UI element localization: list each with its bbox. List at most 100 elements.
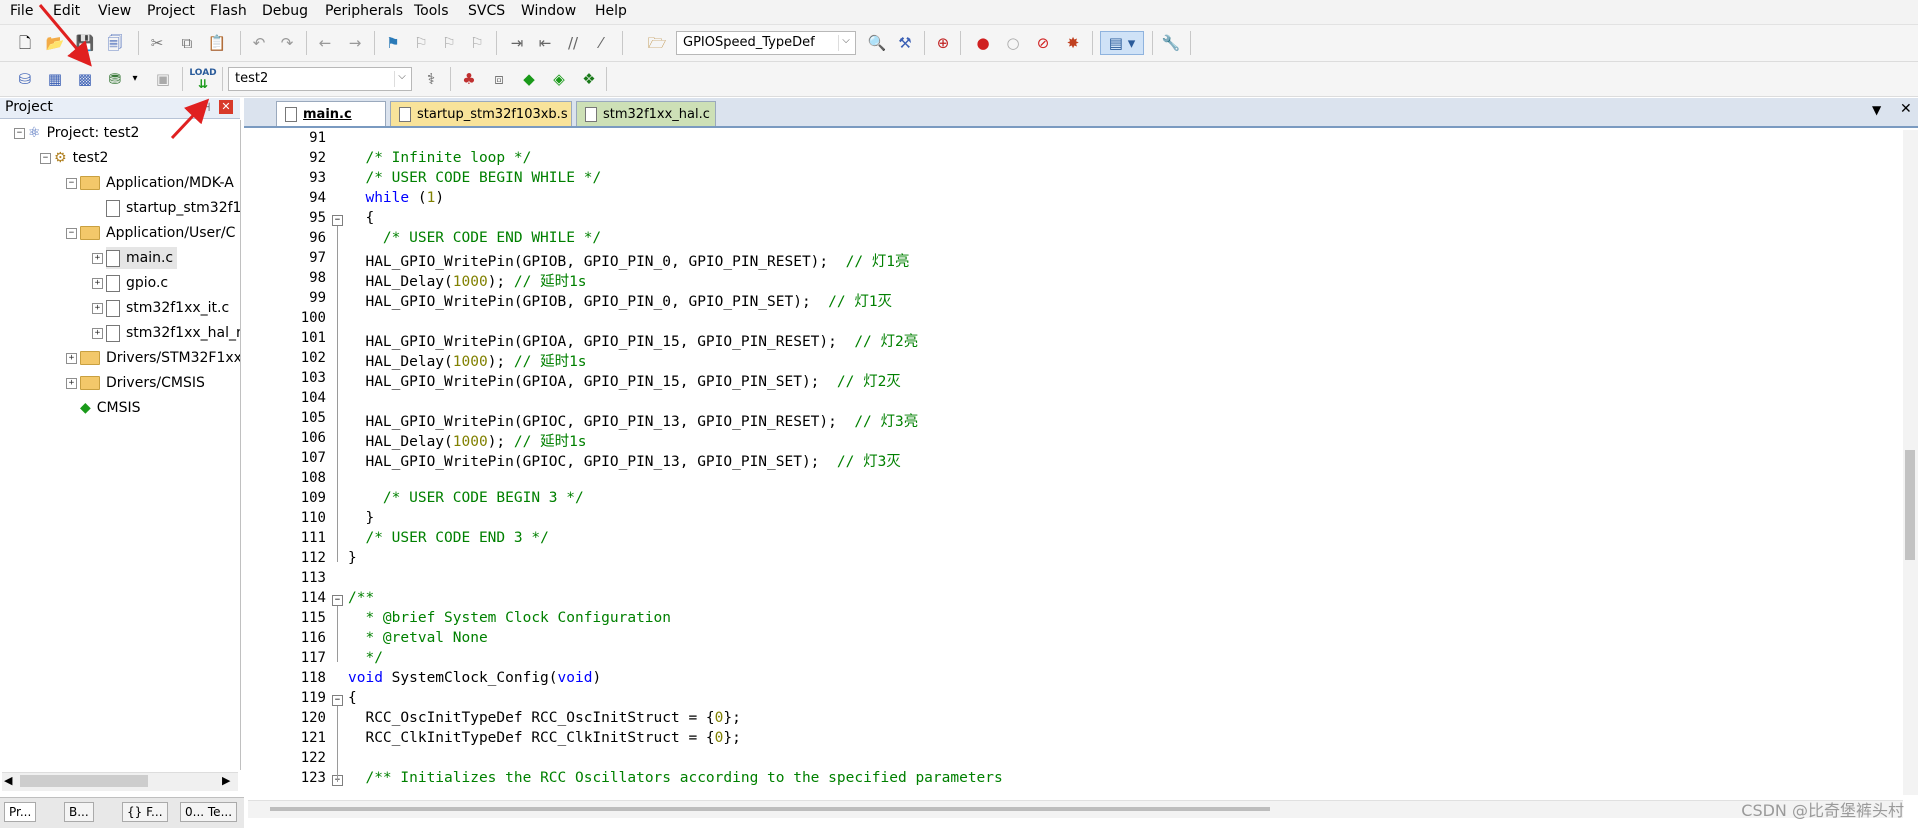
code-line[interactable]: while (1) bbox=[348, 190, 444, 206]
comment-icon[interactable]: // bbox=[562, 32, 584, 54]
tab-stm32f1xx-hal-c[interactable]: stm32f1xx_hal.c bbox=[576, 101, 716, 126]
panel-tab-1[interactable]: B... bbox=[64, 802, 94, 822]
pack-installer-icon[interactable]: ◈ bbox=[548, 68, 570, 90]
tree-item-stm32f1xx-hal-r[interactable]: + stm32f1xx_hal_r bbox=[92, 322, 240, 344]
breakpoint-icon[interactable]: ● bbox=[972, 32, 994, 54]
fold-icon[interactable]: − bbox=[332, 215, 343, 226]
tree-item-application-user-c[interactable]: − Application/User/C bbox=[66, 222, 235, 244]
expand-icon[interactable]: + bbox=[92, 303, 103, 314]
code-line[interactable]: HAL_Delay(1000); // 延时1s bbox=[348, 350, 586, 371]
code-line[interactable]: /* USER CODE BEGIN WHILE */ bbox=[348, 170, 601, 186]
close-editor-icon[interactable]: ✕ bbox=[1900, 101, 1912, 117]
panel-tab-3[interactable]: 0... Te... bbox=[180, 802, 238, 822]
code-line[interactable]: * @retval None bbox=[348, 630, 487, 646]
horizontal-scrollbar[interactable] bbox=[248, 800, 1903, 818]
collapse-icon[interactable]: − bbox=[66, 228, 77, 239]
uncomment-icon[interactable]: ⁄ bbox=[590, 32, 612, 54]
tree-item-drivers-stm32f1xx-[interactable]: + Drivers/STM32F1xx_ bbox=[66, 347, 240, 369]
expand-icon[interactable]: + bbox=[66, 353, 77, 364]
expand-icon[interactable]: + bbox=[92, 278, 103, 289]
configure-wrench-icon[interactable]: 🔧 bbox=[1160, 32, 1182, 54]
next-bookmark-icon[interactable]: ⚐ bbox=[438, 32, 460, 54]
scroll-right-icon[interactable]: ▶ bbox=[222, 774, 230, 787]
code-line[interactable]: HAL_GPIO_WritePin(GPIOA, GPIO_PIN_15, GP… bbox=[348, 330, 918, 351]
manage-run-time-environment-icon[interactable]: ◆ bbox=[518, 68, 540, 90]
code-line[interactable]: RCC_OscInitTypeDef RCC_OscInitStruct = {… bbox=[348, 710, 740, 726]
tree-item-stm32f1xx-it-c[interactable]: + stm32f1xx_it.c bbox=[92, 297, 229, 319]
fold-icon[interactable]: − bbox=[332, 595, 343, 606]
disable-breakpoint-icon[interactable]: ○ bbox=[1002, 32, 1024, 54]
code-line[interactable]: /* Infinite loop */ bbox=[348, 150, 531, 166]
code-line[interactable]: /* USER CODE END WHILE */ bbox=[348, 230, 601, 246]
panel-tab-2[interactable]: {} F... bbox=[122, 802, 168, 822]
menu-tools[interactable]: Tools bbox=[414, 3, 449, 19]
unindent-icon[interactable]: ⇤ bbox=[534, 32, 556, 54]
indent-icon[interactable]: ⇥ bbox=[506, 32, 528, 54]
vertical-scrollbar[interactable] bbox=[1903, 130, 1918, 795]
code-line[interactable]: RCC_ClkInitTypeDef RCC_ClkInitStruct = {… bbox=[348, 730, 740, 746]
expand-icon[interactable]: + bbox=[92, 253, 103, 264]
redo-icon[interactable]: ↷ bbox=[276, 32, 298, 54]
function-combo[interactable]: GPIOSpeed_TypeDef ⌵ bbox=[676, 31, 856, 55]
expand-icon[interactable]: + bbox=[92, 328, 103, 339]
horizontal-scroll-thumb[interactable] bbox=[270, 807, 1270, 811]
select-packs-icon[interactable]: ⧈ bbox=[488, 68, 510, 90]
tab-startup-stm32f103xb-s[interactable]: startup_stm32f103xb.s bbox=[390, 101, 572, 126]
start-debug-icon[interactable]: ⊕ bbox=[932, 32, 954, 54]
code-line[interactable]: HAL_GPIO_WritePin(GPIOA, GPIO_PIN_15, GP… bbox=[348, 370, 900, 391]
manage-project-items-icon[interactable]: ♣ bbox=[458, 68, 480, 90]
fold-icon[interactable]: − bbox=[332, 695, 343, 706]
code-line[interactable]: } bbox=[348, 550, 357, 566]
menu-svcs[interactable]: SVCS bbox=[468, 3, 505, 19]
tree-item-main-c[interactable]: + main.c bbox=[92, 247, 178, 269]
tree-item-drivers-cmsis[interactable]: + Drivers/CMSIS bbox=[66, 372, 205, 394]
code-line[interactable]: HAL_Delay(1000); // 延时1s bbox=[348, 430, 586, 451]
code-line[interactable]: /* USER CODE BEGIN 3 */ bbox=[348, 490, 584, 506]
menu-debug[interactable]: Debug bbox=[262, 3, 308, 19]
prev-bookmark-icon[interactable]: ⚐ bbox=[410, 32, 432, 54]
code-line[interactable]: { bbox=[348, 210, 374, 226]
code-line[interactable]: HAL_GPIO_WritePin(GPIOC, GPIO_PIN_13, GP… bbox=[348, 450, 900, 471]
code-line[interactable]: { bbox=[348, 690, 357, 706]
code-editor[interactable]: 91 92 /* Infinite loop */93 /* USER CODE … bbox=[248, 130, 1900, 795]
collapse-icon[interactable]: − bbox=[66, 178, 77, 189]
collapse-icon[interactable]: − bbox=[40, 153, 51, 164]
bookmark-icon[interactable]: ⚑ bbox=[382, 32, 404, 54]
nav-forward-icon[interactable]: → bbox=[344, 32, 366, 54]
code-line[interactable]: HAL_GPIO_WritePin(GPIOB, GPIO_PIN_0, GPI… bbox=[348, 290, 892, 311]
tab-list-icon[interactable]: ▼ bbox=[1872, 103, 1881, 117]
expand-icon[interactable]: + bbox=[66, 378, 77, 389]
tree-horizontal-scrollbar[interactable]: ◀ ▶ bbox=[2, 772, 238, 791]
code-line[interactable]: /** bbox=[348, 590, 374, 606]
find-icon[interactable]: 🔍 bbox=[866, 32, 888, 54]
clear-bookmarks-icon[interactable]: ⚐ bbox=[466, 32, 488, 54]
tree-item-gpio-c[interactable]: + gpio.c bbox=[92, 272, 168, 294]
menu-peripherals[interactable]: Peripherals bbox=[325, 3, 403, 19]
code-line[interactable]: } bbox=[348, 510, 374, 526]
incremental-find-icon[interactable]: ⚒ bbox=[894, 32, 916, 54]
panel-tab-0[interactable]: Pr... bbox=[4, 802, 37, 822]
find-in-files-icon[interactable]: 🗁 bbox=[646, 32, 668, 54]
tree-item-startup-stm32f1[interactable]: startup_stm32f1 bbox=[106, 197, 240, 219]
tree-item-application-mdk-a[interactable]: − Application/MDK-A bbox=[66, 172, 234, 194]
disable-all-breakpoints-icon[interactable]: ⊘ bbox=[1032, 32, 1054, 54]
code-line[interactable]: /* USER CODE END 3 */ bbox=[348, 530, 548, 546]
code-line[interactable]: */ bbox=[348, 650, 382, 666]
scroll-left-icon[interactable]: ◀ bbox=[4, 774, 12, 787]
tree-item-cmsis[interactable]: ◆ CMSIS bbox=[80, 397, 141, 419]
code-line[interactable]: void SystemClock_Config(void) bbox=[348, 670, 601, 686]
nav-back-icon[interactable]: ← bbox=[314, 32, 336, 54]
tree-scroll-thumb[interactable] bbox=[20, 775, 148, 787]
code-line[interactable]: HAL_GPIO_WritePin(GPIOC, GPIO_PIN_13, GP… bbox=[348, 410, 918, 431]
menu-help[interactable]: Help bbox=[595, 3, 627, 19]
vertical-scroll-thumb[interactable] bbox=[1905, 450, 1915, 560]
tab-main-c[interactable]: main.c bbox=[276, 101, 386, 126]
code-line[interactable]: HAL_Delay(1000); // 延时1s bbox=[348, 270, 586, 291]
code-line[interactable]: /** Initializes the RCC Oscillators acco… bbox=[348, 770, 1002, 786]
kill-breakpoints-icon[interactable]: ✸ bbox=[1062, 32, 1084, 54]
code-line[interactable]: HAL_GPIO_WritePin(GPIOB, GPIO_PIN_0, GPI… bbox=[348, 250, 909, 271]
menu-window[interactable]: Window bbox=[521, 3, 576, 19]
window-layout-icon[interactable]: ▤ ▾ bbox=[1100, 31, 1144, 55]
software-packs-icon[interactable]: ❖ bbox=[578, 68, 600, 90]
tree-item-test2[interactable]: − ⚙ test2 bbox=[40, 147, 108, 169]
